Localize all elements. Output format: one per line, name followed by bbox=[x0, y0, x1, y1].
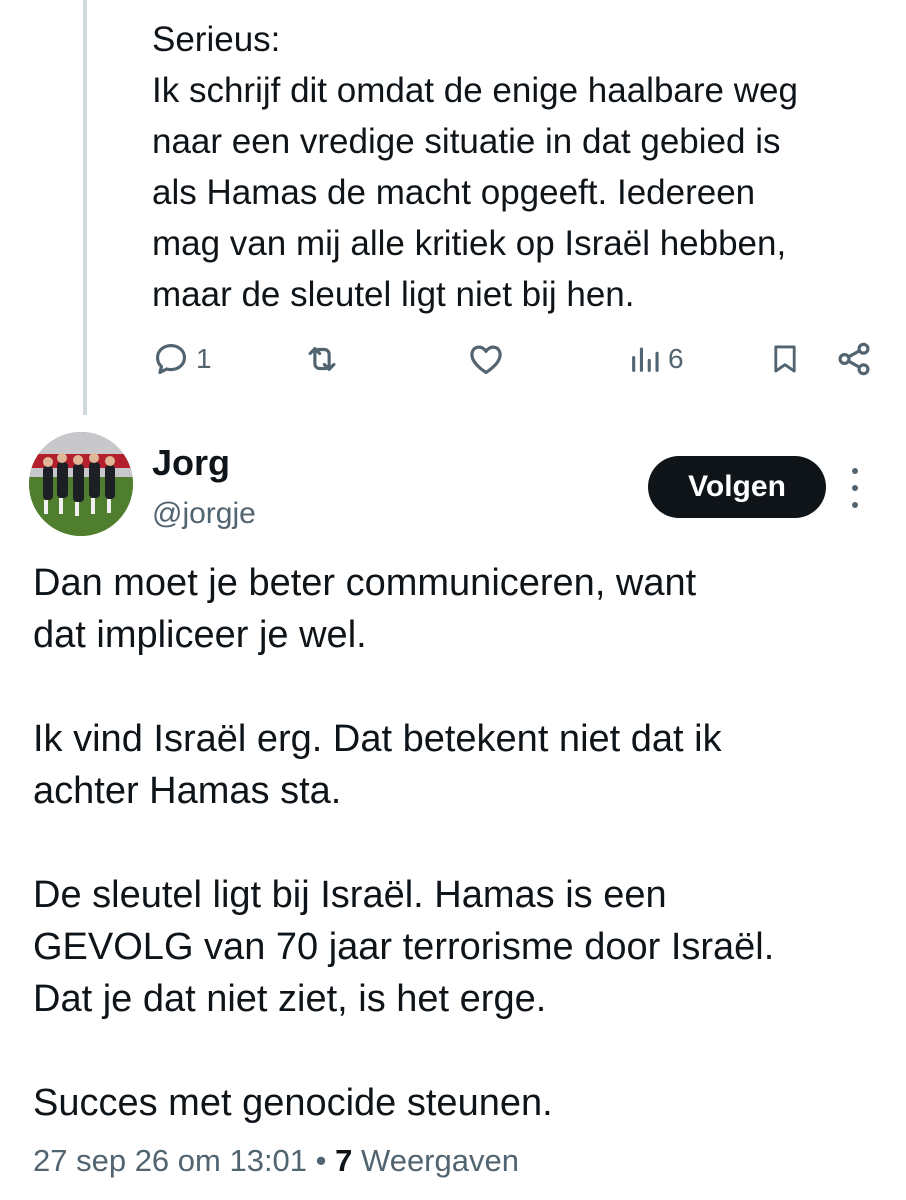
tweet-paragraph: De sleutel ligt bij Israël. Hamas is een… bbox=[33, 874, 775, 1020]
author-name[interactable]: Jorg bbox=[152, 442, 230, 484]
tweet-paragraph: Dan moet je beter communiceren, want dat… bbox=[33, 562, 697, 656]
reply-icon bbox=[152, 340, 190, 378]
tweet-paragraph: Succes met genocide steunen. bbox=[33, 1082, 553, 1124]
views-label: Weergaven bbox=[352, 1143, 519, 1178]
author-handle[interactable]: @jorgje bbox=[152, 497, 256, 531]
tweet-paragraph: Ik vind Israël erg. Dat betekent niet da… bbox=[33, 718, 722, 812]
meta-separator: • bbox=[307, 1143, 336, 1178]
heart-icon bbox=[467, 340, 505, 378]
bar-chart-icon bbox=[628, 340, 662, 378]
reply-button[interactable]: 1 bbox=[152, 335, 212, 383]
follow-button[interactable]: Volgen bbox=[648, 456, 826, 518]
more-vertical-icon bbox=[852, 468, 858, 474]
retweet-icon bbox=[302, 340, 342, 378]
share-button[interactable] bbox=[834, 335, 874, 383]
tweet-meta: 27 sep 26 om 13:01 • 7 Weergaven bbox=[33, 1143, 519, 1179]
like-button[interactable] bbox=[467, 335, 505, 383]
reply-views-count: 7 bbox=[335, 1143, 353, 1178]
bookmark-button[interactable] bbox=[768, 335, 802, 383]
tweet-action-bar: 1 6 bbox=[0, 335, 906, 383]
bookmark-icon bbox=[768, 340, 802, 378]
views-count: 6 bbox=[668, 343, 684, 374]
more-options-button[interactable] bbox=[840, 468, 870, 508]
views-button[interactable]: 6 bbox=[628, 335, 684, 383]
avatar[interactable] bbox=[29, 432, 133, 536]
reply-count: 1 bbox=[196, 343, 212, 374]
retweet-button[interactable] bbox=[302, 335, 342, 383]
reply-tweet-text: Dan moet je beter communiceren, want dat… bbox=[33, 557, 893, 1129]
share-icon bbox=[834, 340, 874, 378]
tweet-timestamp[interactable]: 27 sep 26 om 13:01 bbox=[33, 1143, 307, 1178]
previous-tweet-text: Serieus: Ik schrijf dit omdat de enige h… bbox=[152, 20, 798, 314]
